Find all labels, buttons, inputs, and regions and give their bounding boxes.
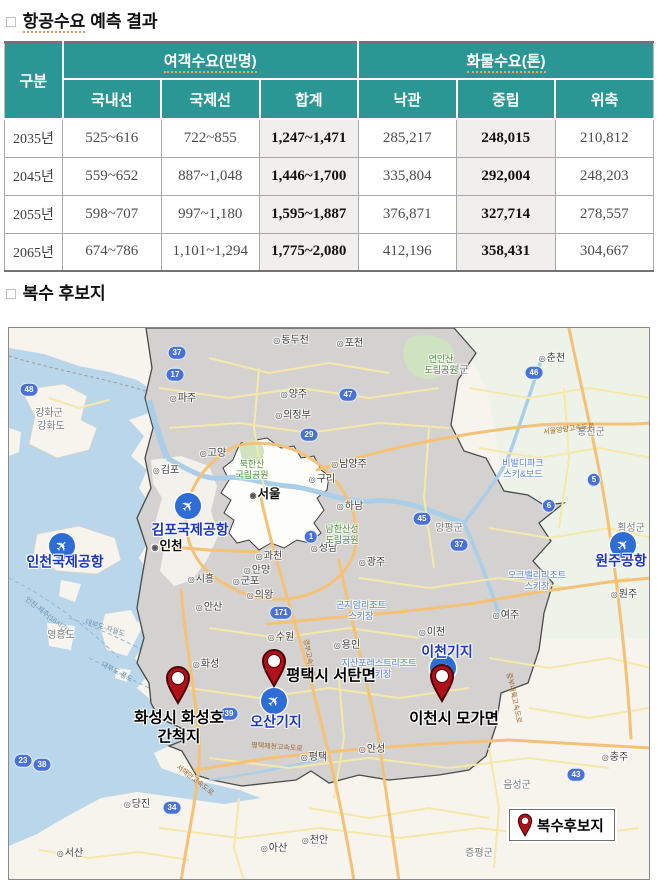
air-demand-forecast-table: 구분 여객수요(만명) 화물수요(톤) 국내선 국제선 합계 낙관 중립 위축 … — [4, 41, 654, 272]
table-cell: 722~855 — [161, 119, 260, 157]
title-text-underlined: 항공수요 — [23, 12, 86, 33]
table-row: 2055년 598~707 997~1,180 1,595~1,887 376,… — [5, 195, 654, 233]
table-row: 2065년 674~786 1,101~1,294 1,775~2,080 41… — [5, 233, 654, 271]
route-shield: 37 — [168, 346, 187, 360]
table-cell: 674~786 — [63, 233, 162, 271]
col-header-optimistic: 낙관 — [358, 79, 457, 119]
table-cell: 598~707 — [63, 195, 162, 233]
row-label: 2045년 — [5, 157, 63, 195]
route-shield: 17 — [166, 368, 185, 382]
table-cell-neutral: 327,714 — [457, 195, 556, 233]
table-cell-total: 1,595~1,887 — [260, 195, 359, 233]
candidate-pin-icon — [163, 665, 193, 705]
airplane-icon: ✈ — [178, 496, 198, 516]
table-cell: 525~616 — [63, 119, 162, 157]
candidate-site-pin — [163, 665, 193, 705]
airport-marker: ✈ — [49, 533, 75, 559]
col-header-total: 합계 — [260, 79, 359, 119]
table-cell: 210,812 — [555, 119, 654, 157]
table-row: 2035년 525~616 722~855 1,247~1,471 285,21… — [5, 119, 654, 157]
section-title-candidate-sites: □ 복수 후보지 — [6, 279, 658, 304]
col-header-international: 국제선 — [161, 79, 260, 119]
col-header-neutral: 중립 — [457, 79, 556, 119]
table-cell: 278,557 — [555, 195, 654, 233]
title-text: 복수 후보지 — [23, 284, 106, 303]
candidate-sites-map: ◎동두천◎포천◎춘천◎파주◎양주◎의정부◎고양◎김포◎남양주◎구리◎하남◎성남◎… — [8, 327, 650, 880]
route-shield: 43 — [567, 768, 586, 782]
airport-marker: ✈ — [175, 493, 201, 519]
route-shield: 23 — [14, 754, 33, 768]
candidate-site-pin — [259, 648, 289, 688]
route-shield: 171 — [269, 606, 292, 620]
legend-label: 복수후보지 — [537, 815, 604, 836]
row-label: 2035년 — [5, 119, 63, 157]
table-cell: 1,101~1,294 — [161, 233, 260, 271]
table-cell-total: 1,247~1,471 — [260, 119, 359, 157]
square-bullet-icon: □ — [6, 286, 16, 303]
route-shield: 29 — [300, 428, 319, 442]
table-cell-total: 1,446~1,700 — [260, 157, 359, 195]
route-shield: 37 — [450, 538, 469, 552]
group-header-passenger: 여객수요(만명) — [63, 42, 359, 79]
table-cell-neutral: 248,015 — [457, 119, 556, 157]
row-label: 2065년 — [5, 233, 63, 271]
candidate-pin-icon — [427, 663, 457, 703]
table-cell: 559~652 — [63, 157, 162, 195]
table-cell-neutral: 358,431 — [457, 233, 556, 271]
col-header-pessimistic: 위축 — [555, 79, 654, 119]
route-shield: 39 — [220, 707, 239, 721]
table-row: 2045년 559~652 887~1,048 1,446~1,700 335,… — [5, 157, 654, 195]
route-shield: 46 — [525, 366, 544, 380]
airport-marker: ✈ — [261, 688, 287, 714]
candidate-pin-icon — [259, 648, 289, 688]
title-text: 예측 결과 — [90, 12, 157, 31]
map-legend: 복수후보지 — [509, 809, 615, 841]
table-corner-header: 구분 — [5, 42, 63, 119]
report-page: □ 항공수요예측 결과 구분 여객수요(만명) 화물수요(톤) 국내선 국제선 합… — [0, 0, 658, 882]
route-shield: 45 — [413, 512, 432, 526]
table-cell: 887~1,048 — [161, 157, 260, 195]
route-shield: 34 — [163, 801, 182, 815]
airplane-icon: ✈ — [52, 536, 72, 556]
candidate-site-pin — [427, 663, 457, 703]
col-header-domestic: 국내선 — [63, 79, 162, 119]
table-cell-neutral: 292,004 — [457, 157, 556, 195]
table-cell-total: 1,775~2,080 — [260, 233, 359, 271]
airplane-icon: ✈ — [264, 691, 284, 711]
route-shield: 38 — [33, 758, 52, 772]
route-shield: 47 — [339, 388, 358, 402]
table-cell: 285,217 — [358, 119, 457, 157]
legend-pin-icon — [516, 813, 534, 837]
section-title-air-demand: □ 항공수요예측 결과 — [6, 7, 658, 32]
table-cell: 376,871 — [358, 195, 457, 233]
group-header-cargo: 화물수요(톤) — [358, 42, 654, 79]
table-cell: 412,196 — [358, 233, 457, 271]
square-bullet-icon: □ — [6, 14, 16, 31]
row-label: 2055년 — [5, 195, 63, 233]
table-cell: 304,667 — [555, 233, 654, 271]
map-base-graphic — [9, 328, 650, 880]
table-cell: 335,804 — [358, 157, 457, 195]
airport-marker: ✈ — [610, 532, 636, 558]
airplane-icon: ✈ — [613, 535, 633, 555]
table-cell: 997~1,180 — [161, 195, 260, 233]
route-shield: 48 — [20, 383, 39, 397]
table-cell: 248,203 — [555, 157, 654, 195]
